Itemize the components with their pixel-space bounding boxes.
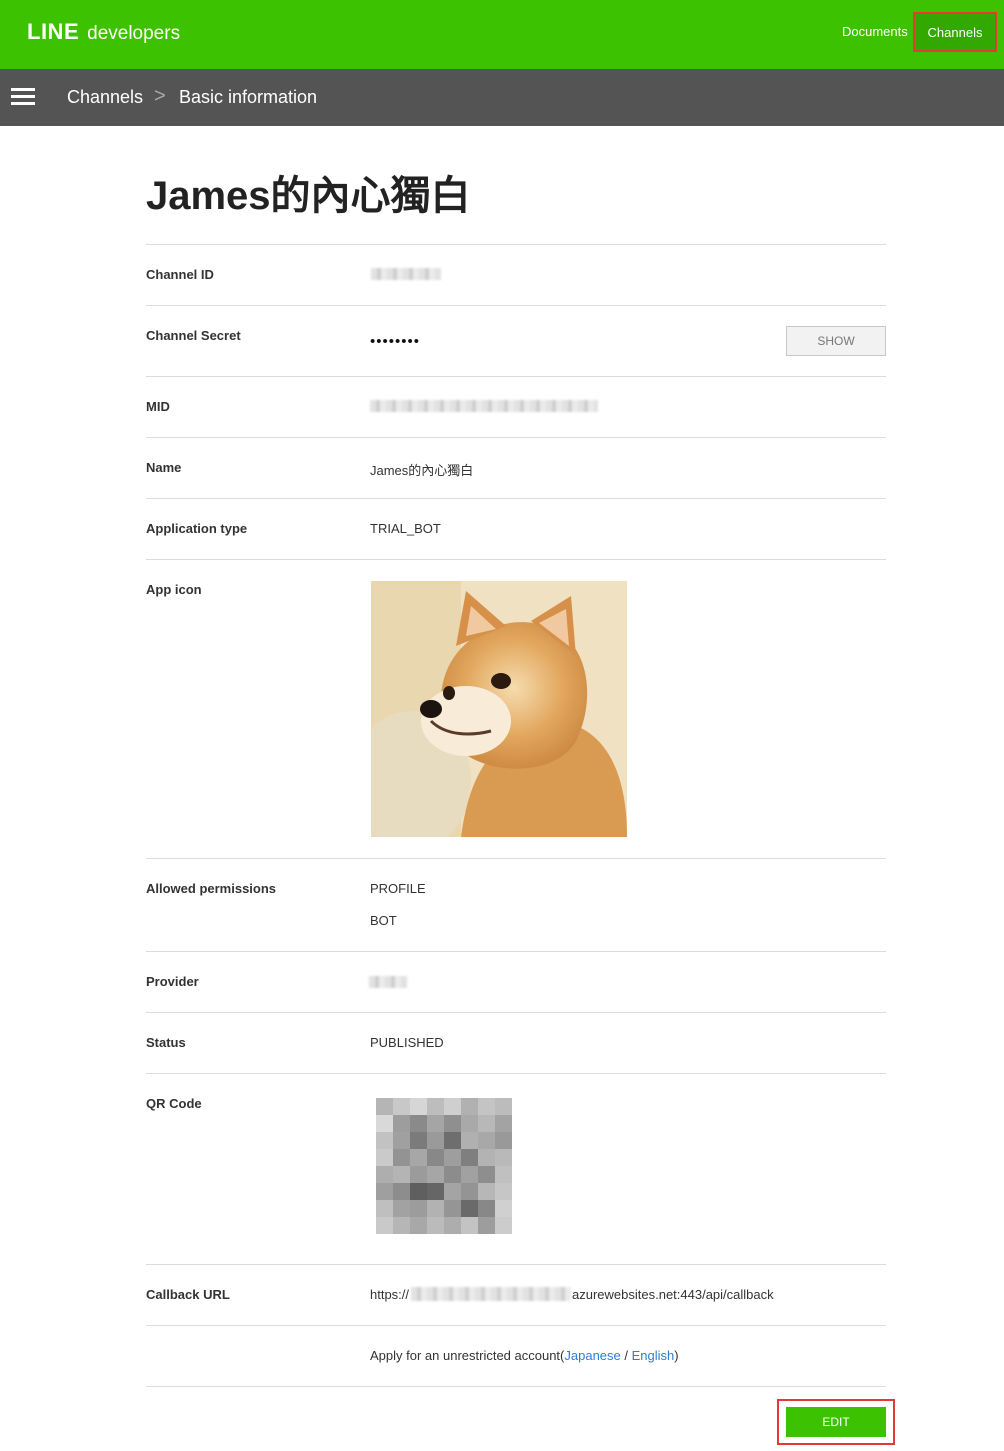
- mid-label: MID: [146, 399, 170, 414]
- divider: [146, 305, 886, 306]
- breadcrumb-channels[interactable]: Channels: [67, 87, 143, 108]
- application-type-value: TRIAL_BOT: [370, 521, 441, 536]
- divider: [146, 559, 886, 560]
- provider-label: Provider: [146, 974, 199, 989]
- breadcrumb-chevron-icon: >: [154, 85, 166, 107]
- edit-button[interactable]: EDIT: [786, 1407, 886, 1437]
- logo-developers-text: developers: [87, 23, 181, 44]
- name-value: James的內心獨白: [370, 463, 474, 478]
- application-type-label: Application type: [146, 521, 248, 536]
- channel-secret-masked: ••••••••: [370, 333, 421, 350]
- divider: [146, 498, 886, 499]
- channel-secret-label: Channel Secret: [146, 328, 241, 343]
- divider: [146, 437, 886, 438]
- channel-id-value-redacted: [371, 268, 441, 280]
- permission-bot: BOT: [370, 913, 397, 928]
- divider: [146, 1264, 886, 1265]
- permission-profile: PROFILE: [370, 881, 426, 896]
- apply-japanese-link[interactable]: Japanese: [564, 1348, 620, 1363]
- mid-value-redacted: [370, 400, 598, 412]
- qr-code-label: QR Code: [146, 1096, 202, 1111]
- divider: [146, 1325, 886, 1326]
- hamburger-menu-icon[interactable]: [11, 88, 35, 106]
- divider: [146, 858, 886, 859]
- logo-line-text: LINE: [27, 19, 80, 44]
- divider: [146, 244, 886, 245]
- name-label: Name: [146, 460, 182, 475]
- status-label: Status: [146, 1035, 186, 1050]
- apply-slash: /: [620, 1348, 632, 1363]
- divider: [146, 1386, 886, 1387]
- breadcrumb-bar: Channels > Basic information: [0, 69, 1004, 126]
- divider: [146, 951, 886, 952]
- divider: [146, 376, 886, 377]
- callback-url-label: Callback URL: [146, 1287, 230, 1302]
- channel-id-label: Channel ID: [146, 267, 214, 282]
- status-value: PUBLISHED: [370, 1035, 444, 1050]
- callback-url-host-redacted: [411, 1287, 571, 1301]
- top-header: LINE developers Documents Channels: [0, 0, 1004, 69]
- show-secret-button[interactable]: SHOW: [786, 326, 886, 356]
- callback-url-suffix: azurewebsites.net:443/api/callback: [572, 1287, 774, 1302]
- apply-text: Apply for an unrestricted account(: [370, 1348, 565, 1363]
- provider-value-redacted: [369, 976, 407, 988]
- apply-english-link[interactable]: English: [632, 1348, 675, 1363]
- nav-documents-link[interactable]: Documents: [842, 24, 908, 39]
- apply-close: ): [674, 1348, 679, 1363]
- app-icon-label: App icon: [146, 582, 202, 597]
- app-icon-image: [371, 581, 627, 837]
- nav-channels-link[interactable]: Channels: [913, 12, 997, 52]
- qr-code-image: [376, 1098, 512, 1234]
- divider: [146, 1012, 886, 1013]
- page-title: James的內心獨白: [146, 174, 471, 218]
- divider: [146, 1073, 886, 1074]
- callback-url-prefix: https://: [370, 1287, 410, 1302]
- allowed-permissions-label: Allowed permissions: [146, 881, 277, 896]
- line-developers-logo[interactable]: LINE developers: [27, 19, 180, 49]
- apply-unrestricted-text: Apply for an unrestricted account(Japane…: [370, 1348, 679, 1363]
- breadcrumb-basic-information: Basic information: [179, 87, 318, 107]
